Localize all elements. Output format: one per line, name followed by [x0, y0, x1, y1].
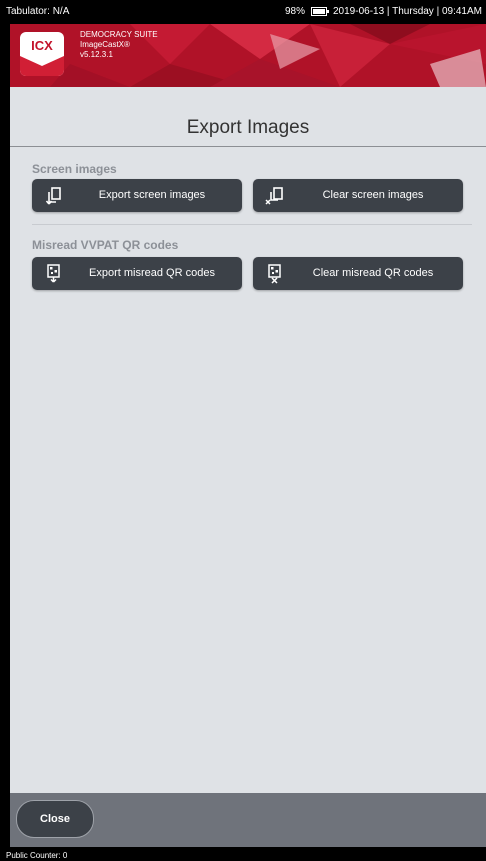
datetime: 2019-06-13 | Thursday | 09:41AM — [333, 6, 482, 17]
section-label-screen-images: Screen images — [32, 162, 117, 176]
clear-misread-qr-codes-button[interactable]: Clear misread QR codes — [253, 257, 463, 290]
export-screen-images-button[interactable]: Export screen images — [32, 179, 242, 212]
export-qr-codes-icon — [47, 264, 60, 283]
export-screen-images-icon — [45, 187, 61, 205]
close-button[interactable]: Close — [16, 800, 94, 838]
public-counter: Public Counter: 0 — [6, 851, 68, 860]
status-right: 98% 2019-06-13 | Thursday | 09:41AM — [285, 6, 482, 17]
page-title: Export Images — [186, 117, 310, 138]
clear-qr-codes-icon — [268, 264, 281, 284]
tabulator-label: Tabulator: N/A — [6, 6, 70, 17]
title-divider — [10, 146, 486, 147]
status-bar: Tabulator: N/A 98% 2019-06-13 | Thursday… — [0, 0, 486, 24]
section-label-misread-qr: Misread VVPAT QR codes — [32, 238, 179, 252]
clear-misread-qr-codes-label: Clear misread QR codes — [312, 267, 434, 279]
clear-screen-images-icon — [265, 187, 283, 205]
version-label: v5.12.3.1 — [80, 50, 113, 59]
export-misread-qr-codes-button[interactable]: Export misread QR codes — [32, 257, 242, 290]
brand-header: ICX DEMOCRACY SUITE ImageCastX® v5.12.3.… — [10, 24, 486, 87]
brand-text: DEMOCRACY SUITE ImageCastX® v5.12.3.1 — [80, 30, 158, 60]
export-screen-images-label: Export screen images — [98, 189, 206, 201]
icx-logo: ICX — [20, 32, 64, 76]
bottom-status-bar: Public Counter: 0 — [0, 847, 486, 861]
logo-text: ICX — [31, 38, 53, 53]
export-misread-qr-codes-label: Export misread QR codes — [89, 267, 215, 279]
battery-fill — [313, 9, 325, 14]
section-divider — [32, 224, 472, 225]
suite-name: DEMOCRACY SUITE — [80, 30, 158, 39]
clear-screen-images-button[interactable]: Clear screen images — [253, 179, 463, 212]
clear-screen-images-label: Clear screen images — [322, 189, 424, 201]
product-name: ImageCastX® — [80, 40, 130, 49]
battery-icon — [311, 7, 329, 16]
main-content: Export Images Screen images Export scree… — [10, 87, 486, 793]
battery-percent: 98% — [284, 6, 305, 17]
footer-bar: Close — [10, 793, 486, 847]
